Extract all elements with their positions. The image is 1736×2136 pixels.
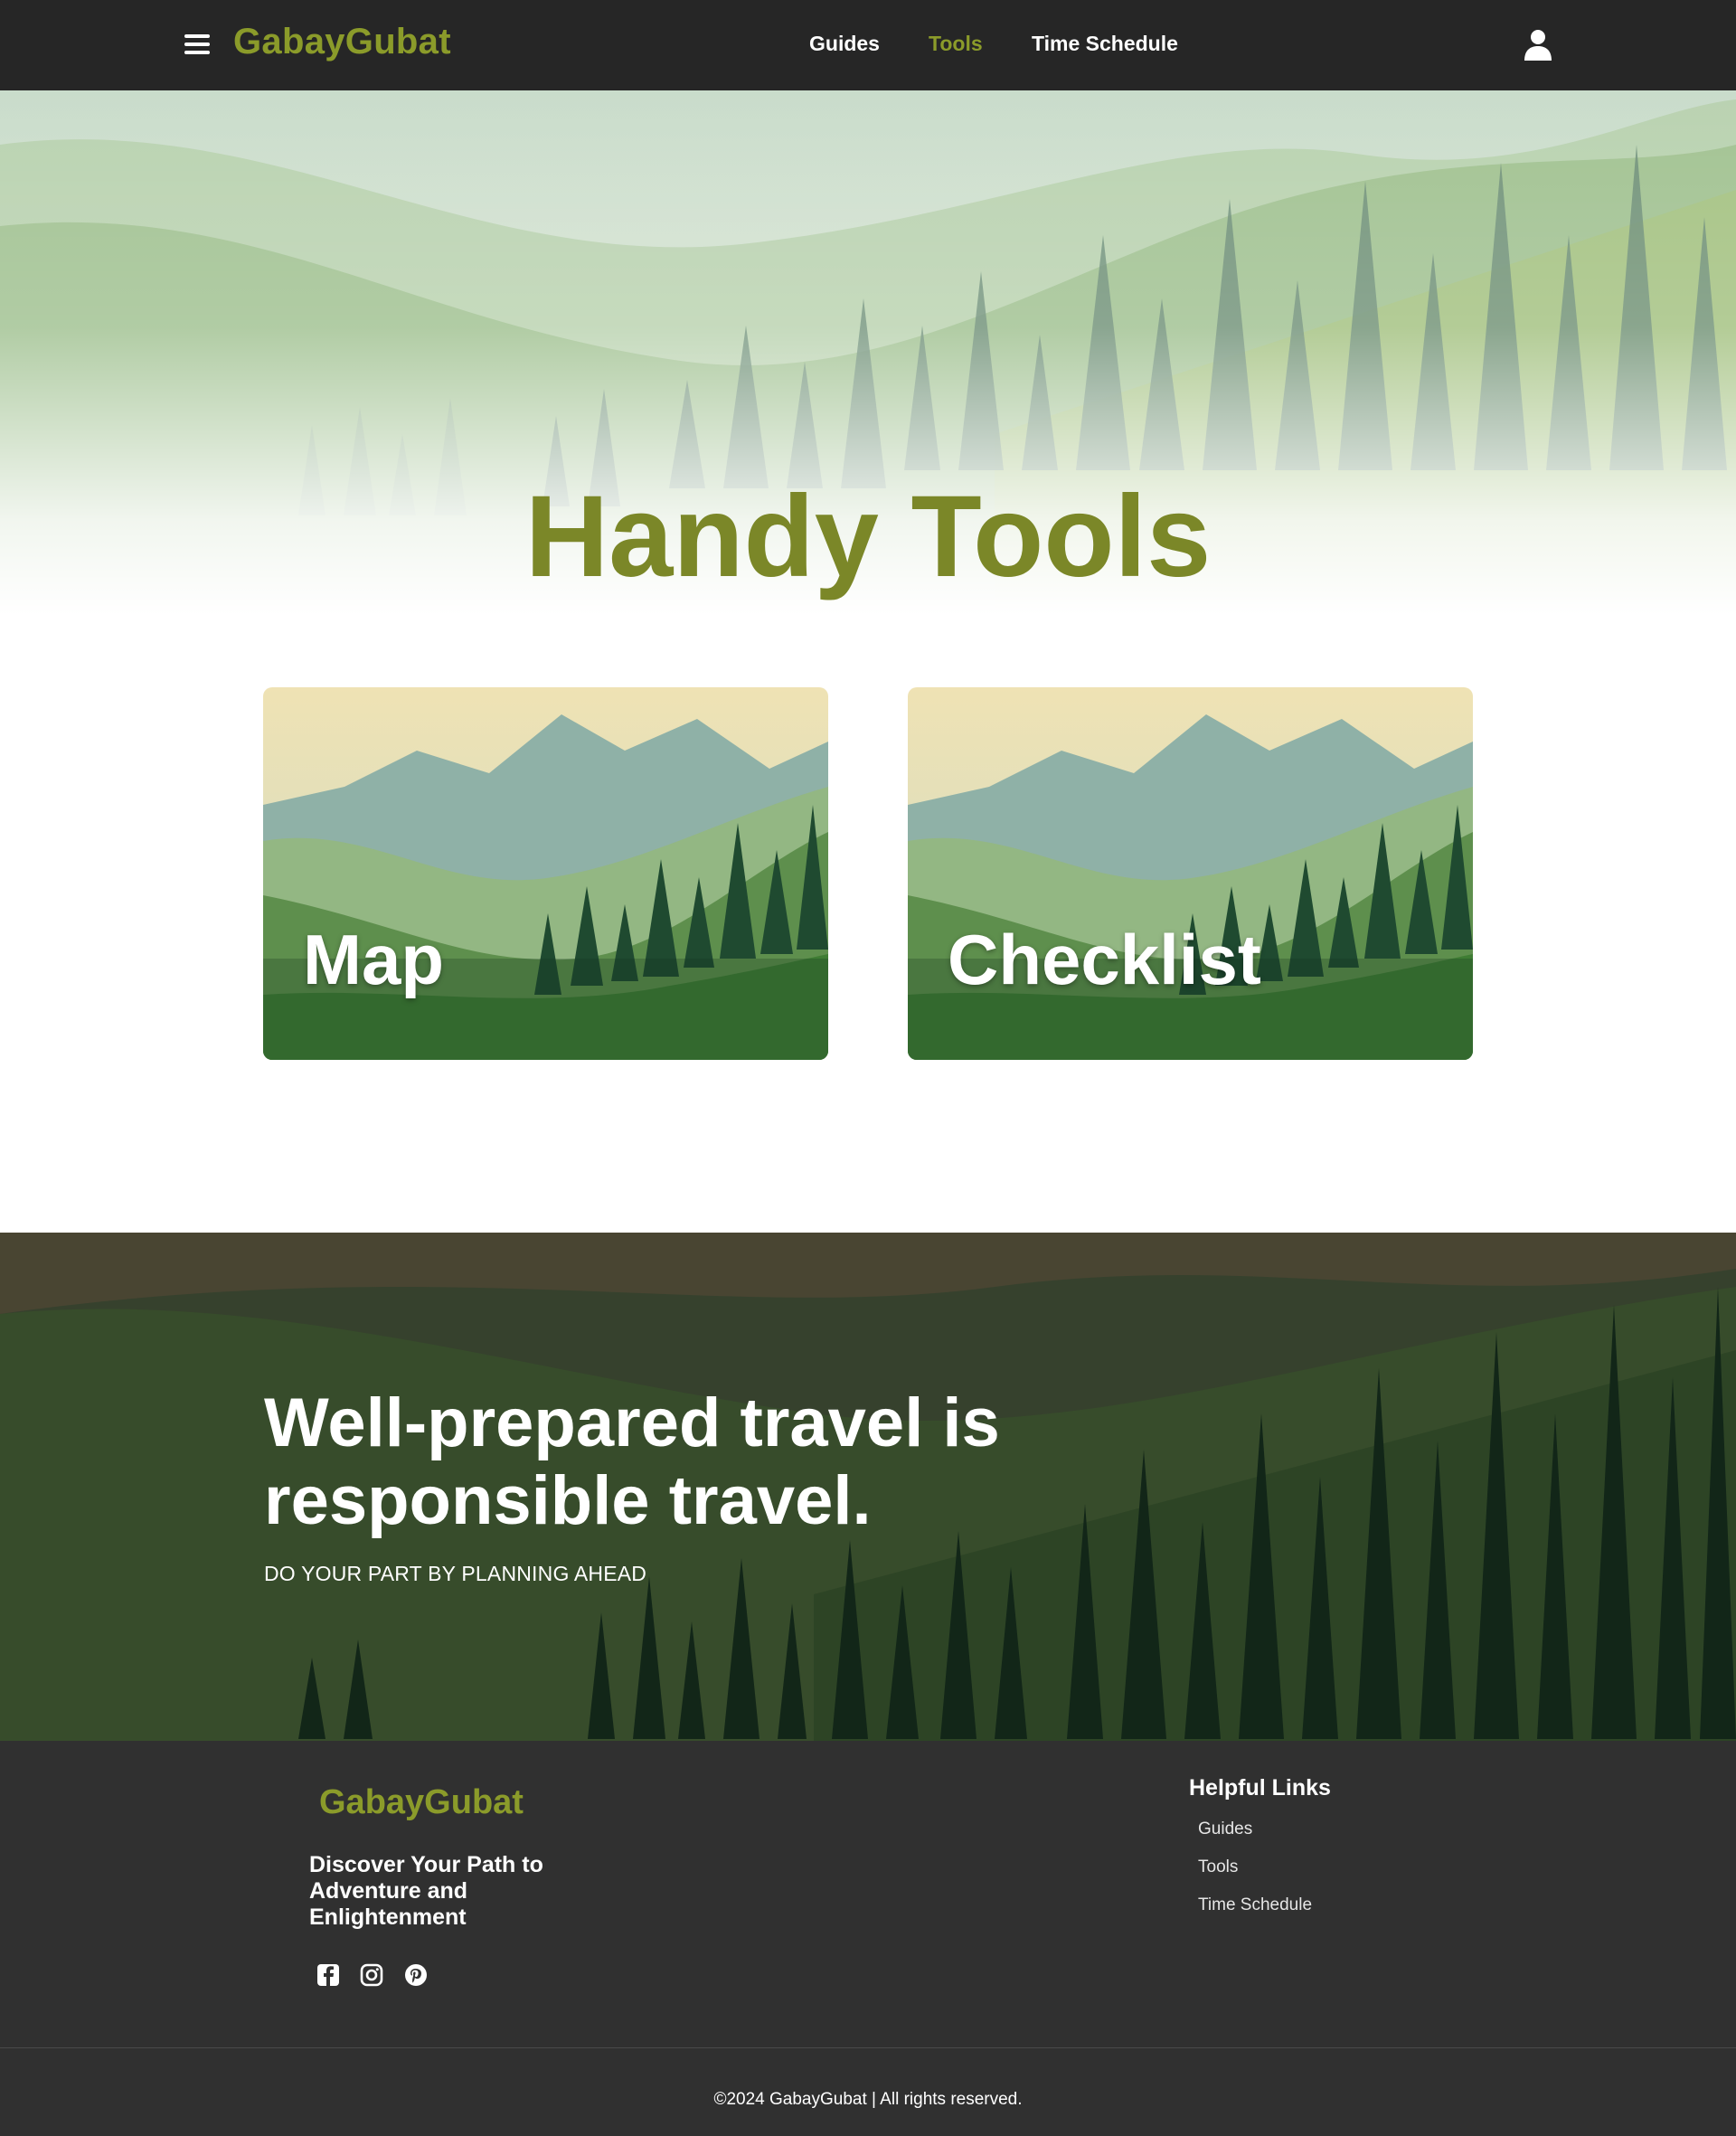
promo-banner: Well-prepared travel is responsible trav…	[0, 1233, 1736, 1741]
card-title: Map	[303, 920, 444, 999]
banner-subtitle: DO YOUR PART BY PLANNING AHEAD	[264, 1562, 647, 1585]
footer-brand-logo[interactable]: GabayGubat	[319, 1783, 524, 1822]
nav-link-tools[interactable]: Tools	[929, 32, 983, 56]
card-title: Checklist	[948, 920, 1261, 999]
mountain-forest-image	[263, 687, 828, 1060]
footer-tagline: Discover Your Path to Adventure and Enli…	[309, 1852, 543, 1930]
footer-link-tools[interactable]: Tools	[1198, 1857, 1238, 1877]
hamburger-menu-icon[interactable]	[181, 27, 213, 63]
user-account-icon[interactable]	[1523, 29, 1553, 61]
nav-link-guides[interactable]: Guides	[809, 32, 880, 56]
page-title: Handy Tools	[524, 472, 1212, 601]
site-footer: GabayGubat Discover Your Path to Adventu…	[0, 1741, 1736, 2136]
tool-card-map[interactable]: Map	[263, 687, 828, 1060]
instagram-icon[interactable]	[359, 1962, 384, 1988]
brand-logo[interactable]: GabayGubat	[233, 22, 451, 62]
footer-link-guides[interactable]: Guides	[1198, 1819, 1252, 1839]
facebook-icon[interactable]	[316, 1962, 341, 1988]
helpful-links-heading: Helpful Links	[1189, 1775, 1331, 1800]
mountain-forest-image	[908, 687, 1473, 1060]
banner-headline: Well-prepared travel is responsible trav…	[264, 1385, 1000, 1539]
top-navbar: GabayGubat Guides Tools Time Schedule	[0, 0, 1736, 90]
copyright-text: ©2024 GabayGubat | All rights reserved.	[713, 2090, 1023, 2109]
nav-link-time-schedule[interactable]: Time Schedule	[1032, 32, 1178, 56]
footer-divider	[0, 2047, 1736, 2048]
tool-card-checklist[interactable]: Checklist	[908, 687, 1473, 1060]
footer-link-time-schedule[interactable]: Time Schedule	[1198, 1895, 1312, 1915]
pinterest-icon[interactable]	[403, 1962, 429, 1988]
